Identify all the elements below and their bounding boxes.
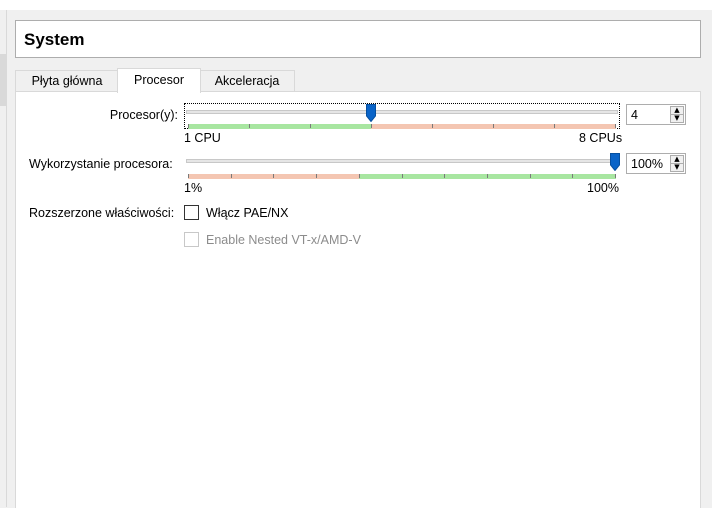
processor-slider-tick [310,124,311,128]
spin-down-icon[interactable]: ▼ [671,115,683,122]
cpu-usage-slider-thumb[interactable] [610,153,620,171]
processor-min-label: 1 CPU [184,131,221,145]
tab-motherboard-label: Płyta główna [31,74,103,88]
cpu-usage-stepper: ▲ ▼ [670,155,684,172]
processor-count-stepper: ▲ ▼ [670,106,684,123]
cpu-usage-slider-tick [486,174,488,178]
cpu-usage-slider-tick [358,174,360,178]
processor-slider-thumb[interactable] [366,104,376,122]
tab-acceleration[interactable]: Akceleracja [199,70,295,92]
cpu-usage-slider-tick [529,174,531,178]
spin-down-icon[interactable]: ▼ [671,164,683,171]
tab-processor[interactable]: Procesor [117,68,201,93]
processor-tab-panel [15,91,701,508]
selected-category-highlight [0,54,6,106]
cpu-usage-slider-tick [572,174,574,178]
cpu-usage-slider-tick [401,174,403,178]
window-top-strip [0,0,712,10]
processor-slider-track [186,110,618,114]
pae-nx-checkbox[interactable] [184,205,199,220]
processor-max-label: 8 CPUs [579,131,623,145]
processor-slider-tick [554,124,555,128]
cpu-usage-max-label: 100% [587,181,619,195]
cpu-usage-spinbox[interactable]: 100% ▲ ▼ [626,153,686,174]
processor-slider-tick [432,124,433,128]
processor-slider-tick [249,124,250,128]
settings-category-list[interactable] [0,10,7,507]
page-header: System [15,20,701,58]
processor-count-value: 4 [631,108,638,122]
processor-range-indicator [188,124,616,129]
processor-slider-tick [615,124,616,128]
nested-vtx-checkbox[interactable] [184,232,199,247]
extended-features-label: Rozszerzone właściwości: [29,206,175,220]
cpu-usage-slider-track[interactable] [186,159,618,163]
cpu-usage-slider-tick [444,174,446,178]
cpu-usage-slider-tick [230,174,232,178]
tab-acceleration-label: Akceleracja [214,74,280,88]
tab-motherboard[interactable]: Płyta główna [15,70,119,92]
cpu-usage-slider-tick [615,174,616,178]
processor-slider-tick [188,124,189,128]
cpu-usage-slider-tick [273,174,275,178]
cpu-usage-label: Wykorzystanie procesora: [29,157,173,171]
cpu-usage-value: 100% [631,157,663,171]
processor-count-spinbox[interactable]: 4 ▲ ▼ [626,104,686,125]
processor-slider-tick [493,124,494,128]
page-title: System [24,30,85,49]
pae-nx-label[interactable]: Włącz PAE/NX [206,206,288,220]
processor-slider-tick [371,124,372,128]
tab-processor-label: Procesor [133,73,185,87]
nested-vtx-label[interactable]: Enable Nested VT-x/AMD-V [206,233,361,247]
processor-count-label: Procesor(y): [109,108,178,122]
cpu-usage-slider-tick [188,174,189,178]
cpu-usage-slider-tick [316,174,318,178]
cpu-usage-min-label: 1% [184,181,203,195]
